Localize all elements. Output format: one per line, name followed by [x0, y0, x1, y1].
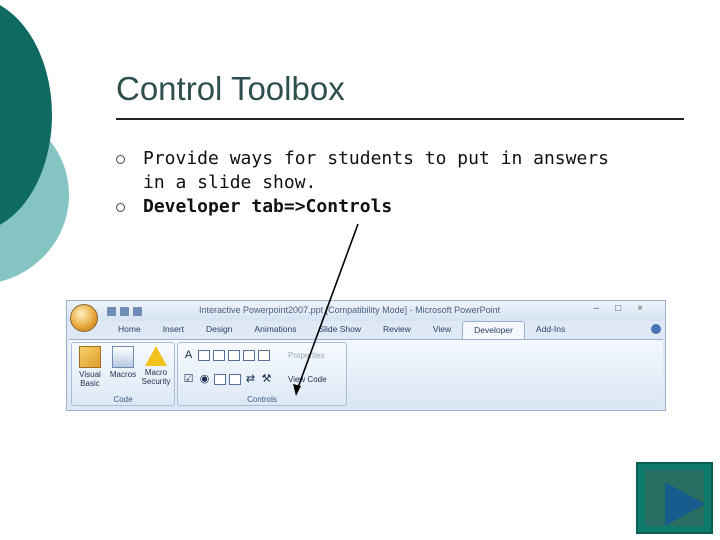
tab-design: Design [205, 324, 233, 334]
textbox-control-icon [213, 350, 225, 361]
tab-home: Home [118, 324, 141, 334]
code-group-label: Code [113, 395, 133, 404]
macro-security-label: Macro Security [141, 368, 171, 386]
macro-security-button: Macro Security [140, 346, 172, 386]
visual-basic-icon [79, 346, 101, 368]
ribbon-title-bar: Interactive Powerpoint2007.ppt [Compatib… [67, 301, 665, 321]
next-slide-arrow-icon [665, 482, 705, 526]
bullet-item: Developer tab=>Controls [116, 195, 623, 219]
command-button-icon [228, 350, 240, 361]
bullet-list: Provide ways for students to put in answ… [116, 147, 623, 219]
decorative-teal-shapes [0, 5, 69, 282]
controls-group-label: Controls [247, 395, 277, 404]
view-code-button: View Code [288, 375, 327, 384]
controls-row-1: A [182, 349, 270, 361]
slide-title: Control Toolbox [116, 70, 345, 107]
option-button-icon: ◉ [199, 373, 210, 385]
controls-row-2: ☑ ◉ ⇄ ⚒ [182, 373, 273, 385]
tab-insert: Insert [162, 324, 184, 334]
macros-label: Macros [109, 370, 137, 379]
combobox-icon [229, 374, 241, 385]
help-icon [651, 324, 661, 334]
office-button-icon [70, 304, 98, 332]
tab-review: Review [383, 324, 411, 334]
quick-access-toolbar [107, 304, 142, 318]
more-controls-icon: ⚒ [261, 373, 272, 385]
image-control-icon [198, 350, 210, 361]
bullet-circle-icon [116, 155, 125, 164]
tab-slide-show: Slide Show [318, 324, 362, 334]
bullet-circle-icon [116, 203, 125, 212]
tab-animations: Animations [254, 324, 297, 334]
tab-add-ins: Add-Ins [535, 324, 566, 334]
window-title: Interactive Powerpoint2007.ppt [Compatib… [199, 305, 501, 315]
code-group: Visual Basic Macros Macro Security Code [71, 342, 175, 406]
visual-basic-label: Visual Basic [79, 370, 101, 388]
spin-button-icon [258, 350, 270, 361]
checkbox-icon: ☑ [183, 373, 194, 385]
title-divider [116, 118, 684, 120]
macros-button: Macros [107, 346, 139, 379]
next-slide-button-face [645, 470, 705, 526]
bullet-item: Provide ways for students to put in answ… [116, 147, 623, 195]
save-icon [107, 306, 116, 316]
ribbon-screenshot: Interactive Powerpoint2007.ppt [Compatib… [66, 300, 666, 411]
bullet-text: Developer tab=>Controls [143, 196, 393, 217]
warning-icon [145, 346, 167, 366]
label-control-icon: A [184, 349, 193, 361]
pointer-arrow [293, 223, 359, 396]
visual-basic-button: Visual Basic [74, 346, 106, 388]
controls-group: A ☑ ◉ ⇄ ⚒ Properties View Code Controls [177, 342, 347, 406]
tab-view: View [432, 324, 452, 334]
toggle-button-icon: ⇄ [245, 373, 256, 385]
redo-icon [133, 306, 142, 316]
properties-button: Properties [288, 351, 325, 360]
undo-icon [120, 306, 129, 316]
macros-icon [112, 346, 134, 368]
next-slide-button[interactable] [636, 462, 713, 534]
window-controls: –□× [593, 303, 659, 314]
scrollbar-icon [243, 350, 255, 361]
ribbon-body: Visual Basic Macros Macro Security Code … [69, 339, 663, 410]
bullet-text: Provide ways for students to put in answ… [143, 148, 609, 193]
ribbon-tabs: Home Insert Design Animations Slide Show… [107, 321, 576, 340]
tab-developer: Developer [462, 321, 525, 340]
listbox-icon [214, 374, 226, 385]
